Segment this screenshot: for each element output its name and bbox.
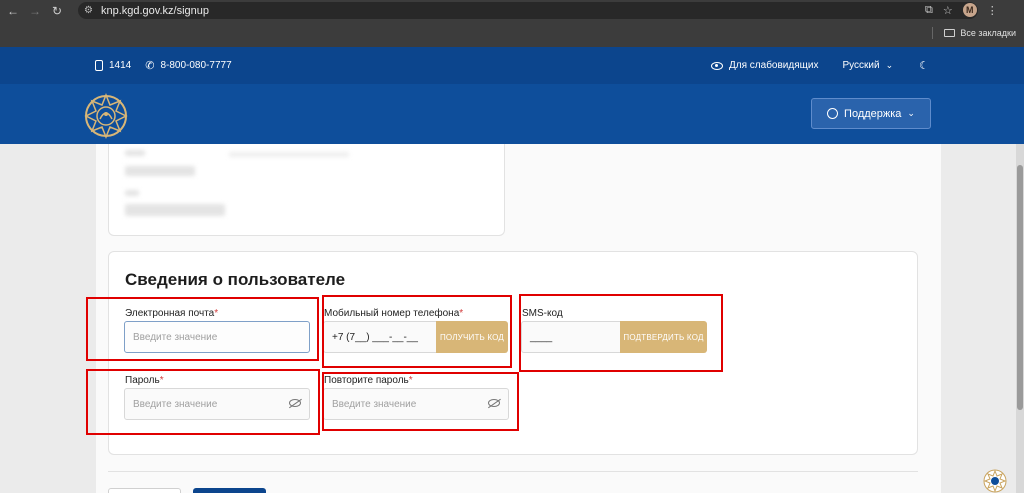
- support-label: Поддержка: [844, 107, 902, 120]
- browser-actions: ⧉ ☆ M ⋮: [925, 3, 998, 17]
- bookmarks-divider: [932, 27, 934, 39]
- chevron-down-icon[interactable]: ⌄: [886, 60, 894, 71]
- form-divider: [108, 471, 918, 472]
- blurred-text: [125, 150, 145, 156]
- blurred-text: [125, 166, 195, 176]
- highlight-phone: [322, 295, 512, 368]
- contact-info: 1414 ✆ 8-800-080-7777: [95, 59, 232, 72]
- highlight-email: [86, 297, 319, 361]
- accessibility-link[interactable]: Для слабовидящих: [729, 60, 818, 71]
- bookmarks-bar: Все закладки: [932, 27, 1016, 39]
- support-button[interactable]: Поддержка ⌄: [811, 98, 931, 129]
- mobile-phone-icon: [95, 60, 103, 71]
- folder-icon: [944, 29, 956, 37]
- moon-icon[interactable]: ☾: [919, 59, 929, 72]
- handset-icon: ✆: [145, 60, 155, 72]
- topbar-tools: Для слабовидящих Русский ⌄ ☾: [711, 59, 929, 72]
- eye-icon: [711, 61, 723, 70]
- forward-icon[interactable]: →: [24, 4, 46, 18]
- highlight-password: [86, 369, 320, 435]
- section-title: Сведения о пользователе: [125, 270, 346, 289]
- reload-icon[interactable]: ↻: [46, 4, 68, 18]
- state-emblem-logo[interactable]: [82, 93, 130, 139]
- site-info-icon[interactable]: ⚙: [84, 5, 93, 16]
- site-topbar: 1414 ✆ 8-800-080-7777 Для слабовидящих Р…: [0, 47, 1024, 84]
- next-button[interactable]: [193, 488, 266, 493]
- highlight-password-repeat: [322, 372, 519, 431]
- blurred-text: [229, 152, 349, 157]
- highlight-sms: [519, 294, 723, 372]
- install-app-icon[interactable]: ⧉: [925, 4, 933, 17]
- address-bar[interactable]: ⚙ knp.kgd.gov.kz/signup: [78, 2, 978, 19]
- blurred-text: [125, 204, 225, 216]
- short-number[interactable]: 1414: [109, 60, 131, 71]
- blurred-text: [125, 190, 139, 196]
- back-button[interactable]: [108, 488, 181, 493]
- bookmark-star-icon[interactable]: ☆: [943, 4, 953, 17]
- emblem-icon[interactable]: [983, 469, 1007, 493]
- scrollbar-thumb[interactable]: [1017, 165, 1023, 410]
- url-text: knp.kgd.gov.kz/signup: [100, 4, 209, 17]
- chat-bubble-icon: [827, 108, 839, 119]
- profile-avatar[interactable]: M: [962, 3, 977, 17]
- all-bookmarks-link[interactable]: Все закладки: [960, 28, 1016, 38]
- previous-section-card: [108, 144, 505, 236]
- phone-number[interactable]: 8-800-080-7777: [160, 60, 231, 71]
- back-icon[interactable]: ←: [2, 4, 24, 18]
- chevron-down-icon: ⌄: [907, 108, 915, 118]
- menu-kebab-icon[interactable]: ⋮: [987, 4, 998, 17]
- language-select[interactable]: Русский: [842, 60, 879, 71]
